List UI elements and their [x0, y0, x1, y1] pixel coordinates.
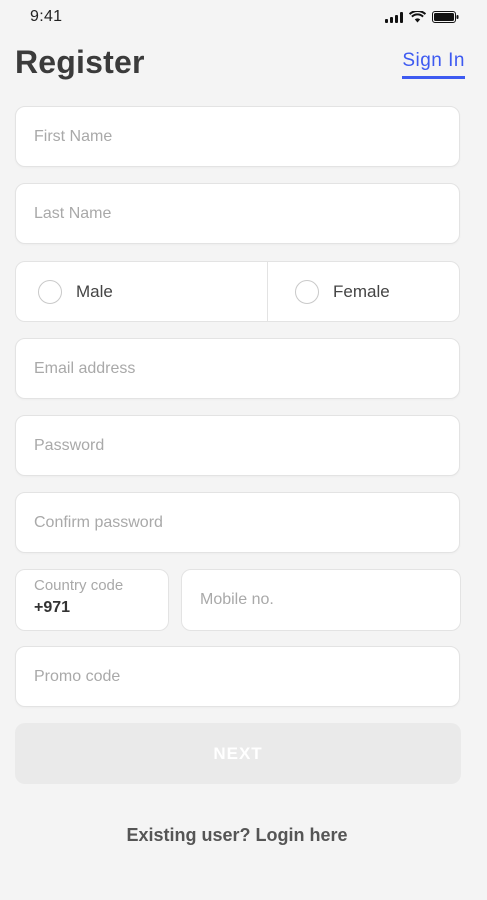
- email-input[interactable]: [16, 339, 459, 398]
- country-code-selector[interactable]: Country code +971: [15, 569, 169, 631]
- first-name-input[interactable]: [16, 107, 459, 166]
- male-label: Male: [76, 281, 113, 301]
- first-name-field-container: [15, 106, 460, 167]
- country-code-label: Country code: [34, 577, 124, 594]
- last-name-field-container: [15, 183, 460, 244]
- promo-code-field-container: [15, 646, 460, 707]
- page-title: Register: [15, 44, 145, 80]
- country-code-value: +971: [34, 599, 71, 616]
- promo-code-input[interactable]: [16, 647, 459, 706]
- mobile-number-input[interactable]: [182, 570, 460, 630]
- female-label: Female: [333, 281, 390, 301]
- battery-icon: [432, 11, 459, 23]
- mobile-field-container: [181, 569, 461, 631]
- confirm-password-field-container: [15, 492, 460, 553]
- confirm-password-input[interactable]: [16, 493, 459, 552]
- status-bar: 9:41: [0, 0, 487, 34]
- gender-option-male[interactable]: Male: [16, 262, 268, 321]
- wifi-icon: [409, 11, 426, 23]
- gender-option-female[interactable]: Female: [268, 262, 459, 321]
- female-radio-button[interactable]: [295, 279, 319, 304]
- signin-link[interactable]: Sign In: [402, 50, 465, 79]
- password-input[interactable]: [16, 416, 459, 475]
- next-button[interactable]: NEXT: [15, 723, 461, 784]
- status-icons: [385, 11, 459, 23]
- gender-selector: Male Female: [15, 261, 460, 322]
- login-link[interactable]: Existing user? Login here: [0, 825, 474, 846]
- status-time: 9:41: [30, 8, 63, 25]
- last-name-input[interactable]: [16, 184, 459, 243]
- signal-icon: [385, 11, 403, 23]
- password-field-container: [15, 415, 460, 476]
- email-field-container: [15, 338, 460, 399]
- male-radio-button[interactable]: [38, 279, 62, 304]
